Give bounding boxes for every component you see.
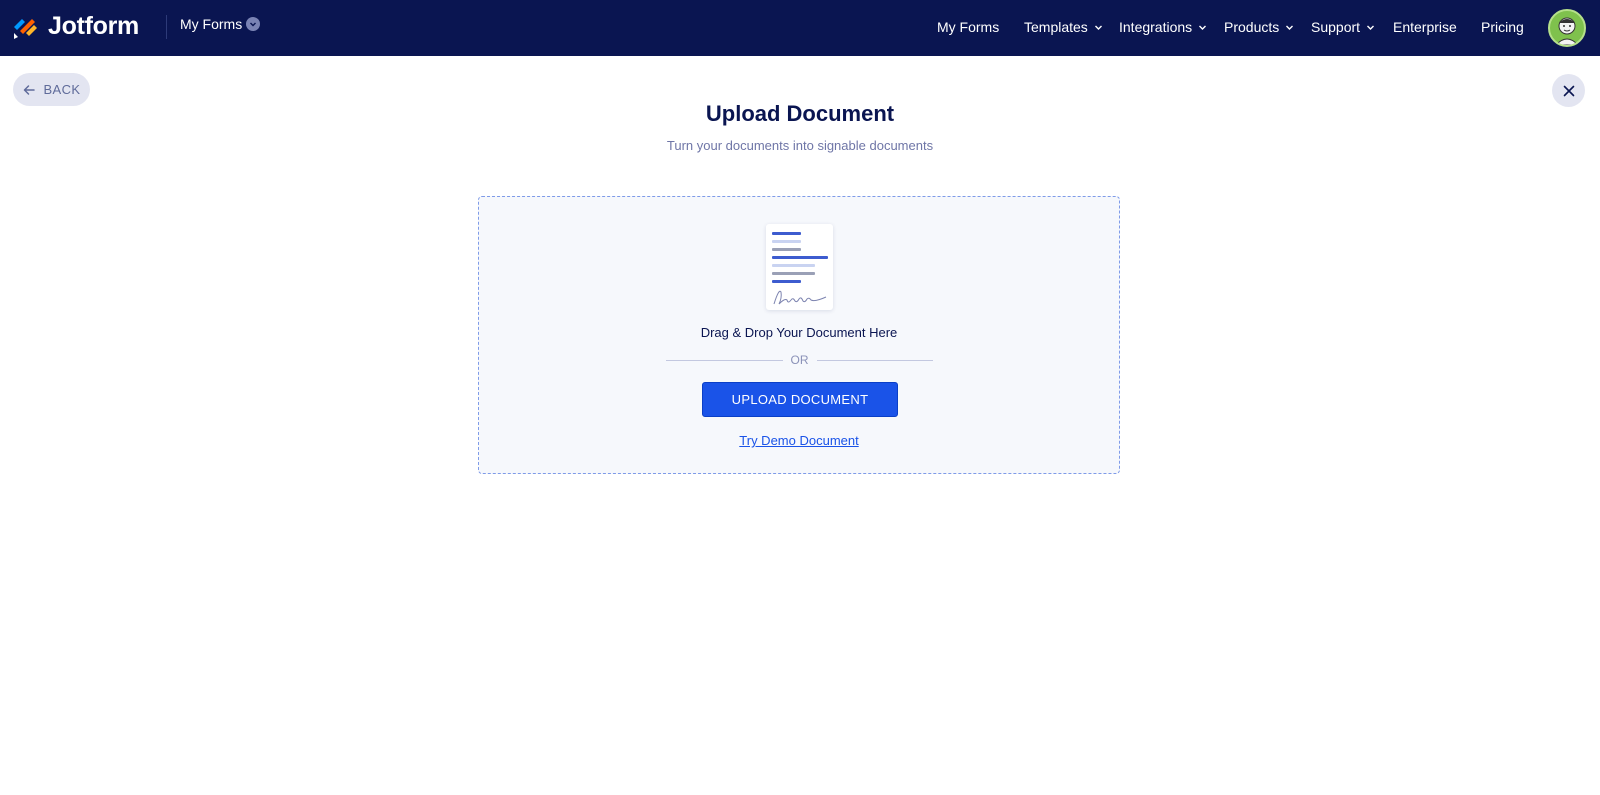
chevron-down-icon bbox=[1367, 25, 1375, 30]
my-forms-dropdown[interactable]: My Forms bbox=[180, 16, 261, 32]
doc-line bbox=[772, 256, 828, 259]
doc-line bbox=[772, 264, 815, 267]
nav-templates-label: Templates bbox=[1024, 19, 1088, 35]
chevron-down-icon bbox=[1199, 25, 1207, 30]
chevron-down-icon bbox=[1286, 25, 1294, 30]
nav-my-forms[interactable]: My Forms bbox=[937, 19, 999, 35]
document-dropzone[interactable]: Drag & Drop Your Document Here OR UPLOAD… bbox=[478, 196, 1120, 474]
nav-pricing-label: Pricing bbox=[1481, 19, 1524, 35]
header-divider bbox=[166, 15, 167, 39]
chevron-down-icon bbox=[1094, 25, 1102, 30]
top-navigation-bar: Jotform My Forms My Forms Templates Inte… bbox=[0, 0, 1600, 56]
nav-integrations[interactable]: Integrations bbox=[1119, 19, 1207, 35]
separator-line bbox=[666, 359, 783, 361]
doc-line bbox=[772, 272, 815, 275]
demo-link-row: Try Demo Document bbox=[479, 432, 1119, 450]
back-button-label: BACK bbox=[43, 82, 81, 97]
drop-instructions: Drag & Drop Your Document Here bbox=[700, 325, 898, 340]
nav-products[interactable]: Products bbox=[1224, 19, 1294, 35]
my-forms-dropdown-label: My Forms bbox=[180, 16, 243, 32]
try-demo-document-link[interactable]: Try Demo Document bbox=[739, 433, 858, 448]
nav-support[interactable]: Support bbox=[1311, 19, 1375, 35]
signature-icon bbox=[773, 290, 827, 305]
doc-line bbox=[772, 240, 801, 243]
or-separator: OR bbox=[666, 352, 933, 368]
nav-enterprise-label: Enterprise bbox=[1393, 19, 1457, 35]
or-label: OR bbox=[790, 353, 809, 367]
doc-line bbox=[772, 248, 801, 251]
brand-name: Jotform bbox=[48, 12, 139, 40]
chevron-down-icon bbox=[246, 17, 261, 31]
jotform-logo-icon bbox=[14, 18, 37, 39]
doc-line bbox=[772, 280, 801, 283]
doc-line bbox=[772, 232, 801, 235]
arrow-left-icon bbox=[24, 84, 36, 95]
close-icon bbox=[1563, 85, 1574, 96]
nav-integrations-label: Integrations bbox=[1119, 19, 1193, 35]
jotform-logo[interactable]: Jotform bbox=[12, 12, 139, 41]
user-avatar-icon[interactable] bbox=[1548, 9, 1586, 47]
nav-enterprise[interactable]: Enterprise bbox=[1393, 19, 1457, 35]
avatar-face-icon bbox=[1555, 17, 1579, 45]
nav-templates[interactable]: Templates bbox=[1024, 19, 1103, 35]
document-illustration-icon bbox=[766, 224, 833, 310]
nav-support-label: Support bbox=[1311, 19, 1361, 35]
separator-line bbox=[816, 359, 933, 361]
upload-document-button[interactable]: UPLOAD DOCUMENT bbox=[702, 382, 898, 417]
page-title: Upload Document bbox=[705, 101, 895, 126]
nav-products-label: Products bbox=[1224, 19, 1280, 35]
nav-my-forms-label: My Forms bbox=[937, 19, 1000, 35]
nav-pricing[interactable]: Pricing bbox=[1481, 19, 1524, 35]
page-subtitle: Turn your documents into signable docume… bbox=[666, 138, 934, 153]
